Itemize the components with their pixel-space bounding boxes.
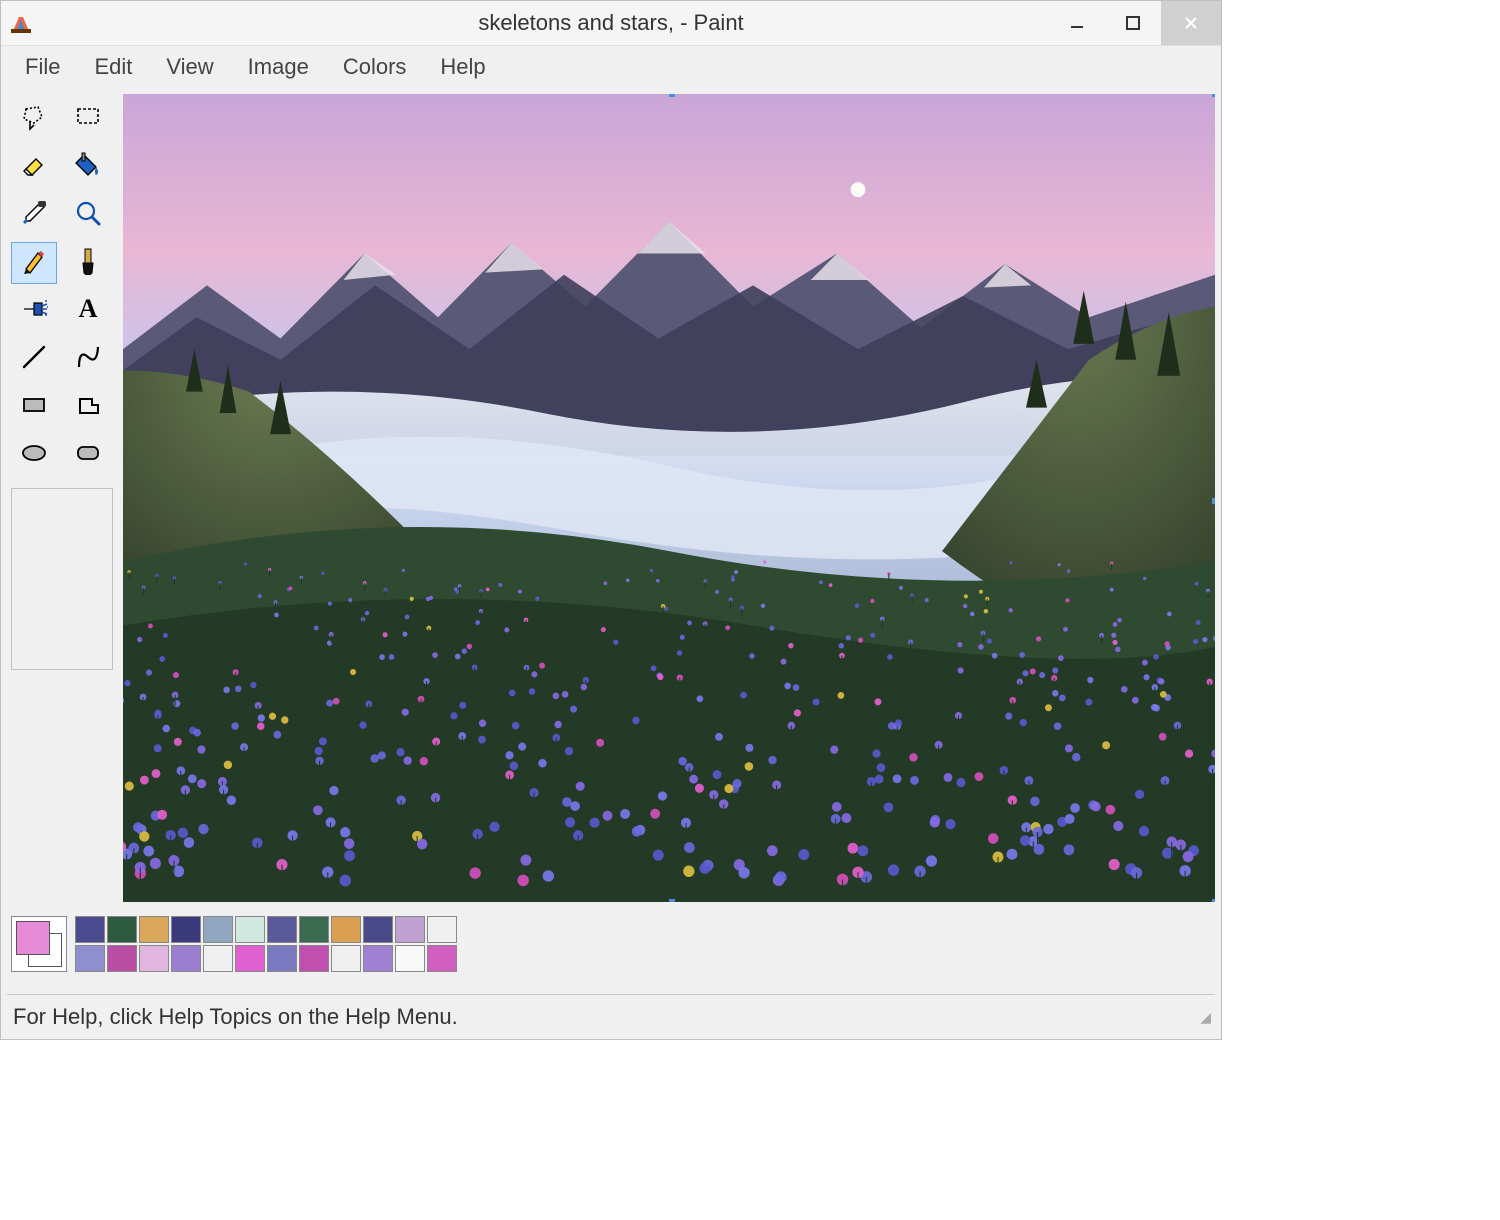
tool-text[interactable]: A — [65, 290, 111, 332]
selection-handle[interactable] — [669, 899, 675, 902]
resize-grip-icon[interactable]: ◢ — [1200, 1009, 1209, 1026]
color-swatch[interactable] — [171, 916, 201, 943]
free-select-icon — [20, 103, 48, 136]
color-swatch[interactable] — [171, 945, 201, 972]
rectangle-icon — [20, 391, 48, 424]
menu-view[interactable]: View — [152, 50, 227, 84]
tool-pencil[interactable] — [11, 242, 57, 284]
color-swatch[interactable] — [75, 916, 105, 943]
tool-rounded-rect[interactable] — [65, 434, 111, 476]
color-swatch[interactable] — [203, 945, 233, 972]
tool-pick-color[interactable] — [11, 194, 57, 236]
toolbox: A — [7, 94, 117, 902]
color-swatch[interactable] — [299, 945, 329, 972]
tool-options[interactable] — [11, 488, 113, 670]
tool-fill[interactable] — [65, 146, 111, 188]
color-swatch[interactable] — [107, 916, 137, 943]
pencil-icon — [20, 247, 48, 280]
color-box — [1, 908, 1221, 994]
tool-polygon[interactable] — [65, 386, 111, 428]
color-swatch[interactable] — [203, 916, 233, 943]
selection-handle[interactable] — [1212, 498, 1215, 504]
close-button[interactable] — [1161, 1, 1221, 45]
tool-brush[interactable] — [65, 242, 111, 284]
magnifier-icon — [74, 199, 102, 232]
color-swatch[interactable] — [267, 945, 297, 972]
menu-bar: File Edit View Image Colors Help — [1, 46, 1221, 88]
tool-rect-select[interactable] — [65, 98, 111, 140]
maximize-button[interactable] — [1105, 1, 1161, 45]
color-swatch[interactable] — [363, 916, 393, 943]
color-swatch[interactable] — [107, 945, 137, 972]
line-icon — [20, 343, 48, 376]
tool-free-select[interactable] — [11, 98, 57, 140]
color-swatch[interactable] — [331, 945, 361, 972]
color-swatch[interactable] — [299, 916, 329, 943]
selection-handle[interactable] — [669, 94, 675, 97]
eraser-icon — [20, 151, 48, 184]
tool-line[interactable] — [11, 338, 57, 380]
curve-icon — [74, 343, 102, 376]
selection-handle[interactable] — [1212, 94, 1215, 97]
paint-window: skeletons and stars, - Paint File Edit V… — [0, 0, 1222, 1040]
color-indicator[interactable] — [11, 916, 67, 972]
color-swatch[interactable] — [267, 916, 297, 943]
brush-icon — [74, 247, 102, 280]
tool-magnifier[interactable] — [65, 194, 111, 236]
color-swatch[interactable] — [235, 916, 265, 943]
menu-help[interactable]: Help — [426, 50, 499, 84]
selection-handle[interactable] — [1212, 899, 1215, 902]
color-swatch[interactable] — [235, 945, 265, 972]
tool-eraser[interactable] — [11, 146, 57, 188]
pick-color-icon — [20, 199, 48, 232]
rect-select-icon — [74, 103, 102, 136]
title-bar: skeletons and stars, - Paint — [1, 1, 1221, 46]
rounded-rect-icon — [74, 439, 102, 472]
canvas[interactable] — [123, 94, 1215, 902]
status-bar: For Help, click Help Topics on the Help … — [1, 995, 1221, 1039]
ellipse-icon — [20, 439, 48, 472]
polygon-icon — [74, 391, 102, 424]
minimize-button[interactable] — [1049, 1, 1105, 45]
color-swatch[interactable] — [331, 916, 361, 943]
window-controls — [1049, 1, 1221, 45]
window-title: skeletons and stars, - Paint — [1, 10, 1221, 36]
color-swatch[interactable] — [395, 916, 425, 943]
menu-image[interactable]: Image — [234, 50, 323, 84]
airbrush-icon — [20, 295, 48, 328]
color-swatch[interactable] — [363, 945, 393, 972]
foreground-color-swatch — [16, 921, 50, 955]
app-icon — [9, 11, 33, 35]
work-area: A — [1, 88, 1221, 908]
color-swatch[interactable] — [395, 945, 425, 972]
tool-airbrush[interactable] — [11, 290, 57, 332]
tool-rectangle[interactable] — [11, 386, 57, 428]
color-swatch[interactable] — [139, 945, 169, 972]
fill-icon — [74, 151, 102, 184]
color-palette — [75, 916, 457, 972]
text-icon: A — [74, 295, 102, 328]
menu-colors[interactable]: Colors — [329, 50, 421, 84]
color-swatch[interactable] — [139, 916, 169, 943]
menu-edit[interactable]: Edit — [80, 50, 146, 84]
canvas-area — [123, 94, 1215, 902]
svg-text:A: A — [79, 295, 98, 323]
color-swatch[interactable] — [427, 945, 457, 972]
menu-file[interactable]: File — [11, 50, 74, 84]
tool-ellipse[interactable] — [11, 434, 57, 476]
tool-curve[interactable] — [65, 338, 111, 380]
color-swatch[interactable] — [75, 945, 105, 972]
color-swatch[interactable] — [427, 916, 457, 943]
status-text: For Help, click Help Topics on the Help … — [13, 1004, 458, 1030]
